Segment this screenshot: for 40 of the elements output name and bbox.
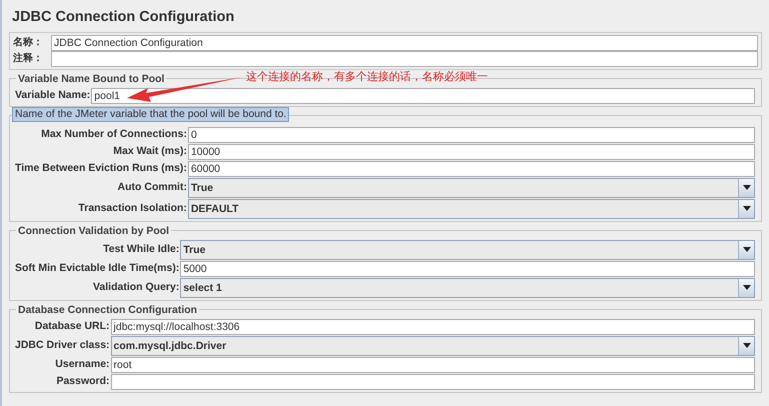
field-label: 注释： [13,51,44,66]
field-label: Variable Name: [15,88,90,103]
annotation-text: 这个连接的名称，有多个连接的话，名称必须唯一 [246,69,488,85]
group-title: Database Connection Configuration [16,302,200,318]
dropdown[interactable]: True [188,178,755,198]
field-label: Database URL: [34,318,110,334]
field-label: Auto Commit: [116,180,187,195]
field-label: Test While Idle: [102,242,180,257]
input-field[interactable]: JDBC Connection Configuration [51,34,758,51]
input-field[interactable]: pool1 [91,88,755,104]
input-field[interactable]: 0 [188,126,755,143]
dropdown[interactable]: select 1 [180,278,755,298]
tooltip: Name of the JMeter variable that the pool will be bound to. [12,106,290,122]
caret-icon [742,285,750,290]
field-label: JDBC Driver class: [15,338,110,353]
input-field[interactable]: 60000 [188,160,755,177]
field-label: Max Number of Connections: [40,126,187,142]
input-field[interactable]: 5000 [180,260,755,277]
dropdown[interactable]: com.mysql.jdbc.Driver [110,336,755,356]
input-field[interactable]: 10000 [188,144,755,160]
field-label: Transaction Isolation: [77,200,187,216]
caret-icon [742,343,750,348]
dropdown[interactable]: DEFAULT [188,198,755,219]
input-field[interactable]: root [110,356,755,373]
input-field[interactable] [51,50,758,67]
field-label: 名称： [13,36,44,50]
field-label: Time Between Eviction Runs (ms): [15,160,187,176]
input-field[interactable] [110,374,755,390]
field-label: Soft Min Evictable Idle Time(ms): [15,260,180,276]
field-label: Max Wait (ms): [112,144,187,159]
caret-icon [742,206,750,212]
field-label: Password: [55,374,110,389]
panel-title: JDBC Connection Configuration [12,8,236,27]
group-title: Connection Validation by Pool [16,224,172,240]
caret-icon [742,185,750,190]
dropdown[interactable]: True [180,240,755,260]
caret-icon [742,247,750,252]
input-field[interactable]: jdbc:mysql://localhost:3306 [110,318,755,335]
field-label: Validation Query: [92,280,180,295]
field-label: Username: [54,356,110,372]
